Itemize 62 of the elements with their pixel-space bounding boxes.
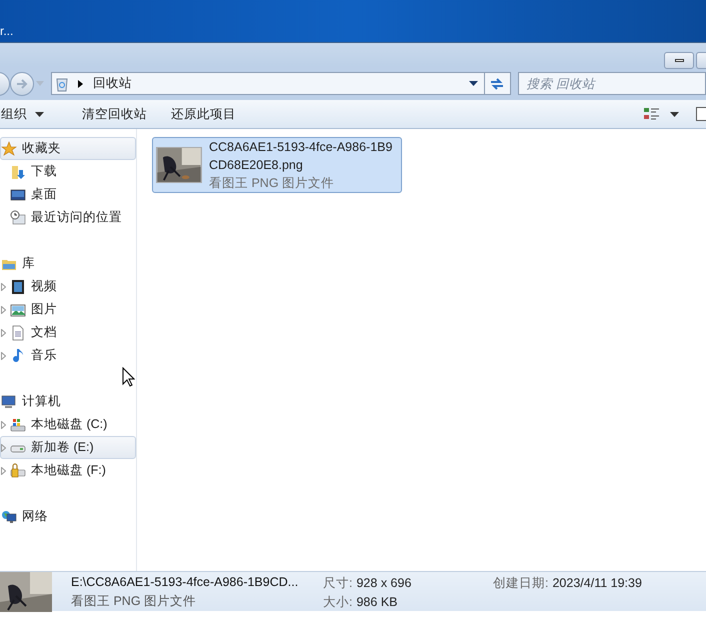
sidebar-item[interactable]: 计算机 (0, 390, 136, 413)
minimize-button[interactable] (664, 52, 694, 69)
expand-icon[interactable] (1, 420, 6, 428)
clock-icon (10, 210, 26, 226)
sidebar-item[interactable]: 收藏夹 (0, 137, 136, 160)
toolbar-button[interactable]: 清空回收站 (76, 102, 153, 126)
music-note-icon (10, 348, 26, 364)
drive-icon (10, 416, 26, 432)
detail-value: 986 KB (356, 594, 398, 611)
document-icon (10, 324, 26, 340)
expand-icon[interactable] (1, 306, 6, 314)
view-icon[interactable] (644, 107, 660, 121)
sidebar-item[interactable]: 图片 (0, 298, 136, 321)
dropdown-icon[interactable] (468, 81, 478, 86)
arrow-icon (16, 78, 28, 88)
address-path: 回收站 (93, 75, 133, 92)
star-icon (1, 140, 17, 156)
expand-icon[interactable] (1, 466, 6, 474)
forward-button[interactable] (10, 72, 34, 96)
detail-label: 尺寸: (323, 575, 352, 592)
expand-icon[interactable] (1, 328, 6, 336)
toolbar-button[interactable]: 还原此项目 (165, 102, 242, 126)
file-type: 看图王 PNG 图片文件 (71, 592, 198, 610)
chevron-icon (78, 80, 83, 88)
image-icon (10, 302, 26, 318)
network-icon (1, 508, 17, 524)
dropdown-icon[interactable] (670, 112, 679, 116)
sidebar-item[interactable]: 下载 (0, 160, 136, 183)
sidebar-item[interactable]: 音乐 (0, 344, 136, 367)
preview-pane-icon[interactable] (696, 107, 706, 121)
toolbar-button[interactable]: 组织 (1, 102, 50, 126)
expand-icon[interactable] (1, 444, 6, 452)
maximize-button[interactable] (696, 52, 706, 69)
recycle-bin-icon (54, 76, 70, 92)
sidebar-item[interactable]: 本地磁盘 (C:) (0, 413, 136, 436)
file-item[interactable]: CC8A6AE1-5193-4fce-A986-1B9CD68E20E8.png 看图王 PNG 图片文件 (152, 137, 402, 193)
search-field[interactable]: 搜索 回收站 (518, 72, 706, 95)
desktop-label: r... (0, 23, 14, 40)
sidebar-item[interactable]: 本地磁盘 (F:) (0, 459, 136, 482)
sidebar-item[interactable]: 库 (0, 252, 136, 275)
address-bar[interactable]: 回收站 (51, 72, 511, 95)
file-path: E:\CC8A6AE1-5193-4fce-A986-1B9CD... (71, 574, 300, 590)
download-folder-icon (10, 164, 26, 180)
detail-value: 2023/4/11 19:39 (552, 575, 642, 592)
sidebar-item[interactable]: 桌面 (0, 183, 136, 206)
detail-label: 创建日期: (493, 575, 548, 592)
sidebar-item[interactable]: 视频 (0, 275, 136, 298)
sidebar-item[interactable]: 最近访问的位置 (0, 206, 136, 229)
computer-icon (1, 394, 17, 410)
monitor-icon (10, 186, 26, 202)
film-icon (10, 278, 26, 294)
sidebar-item[interactable]: 文档 (0, 321, 136, 344)
detail-label: 大小: (323, 594, 352, 611)
drive-lock-icon (10, 462, 26, 478)
detail-value: 928 x 696 (356, 575, 412, 592)
file-type: 看图王 PNG 图片文件 (209, 175, 336, 192)
refresh-icon (489, 76, 506, 90)
expand-icon[interactable] (1, 352, 6, 360)
sidebar-item[interactable]: 新加卷 (E:) (0, 436, 136, 459)
sidebar-item[interactable]: 网络 (0, 505, 136, 528)
expand-icon[interactable] (1, 282, 6, 290)
file-name: CC8A6AE1-5193-4fce-A986-1B9CD68E20E8.png (209, 139, 394, 174)
